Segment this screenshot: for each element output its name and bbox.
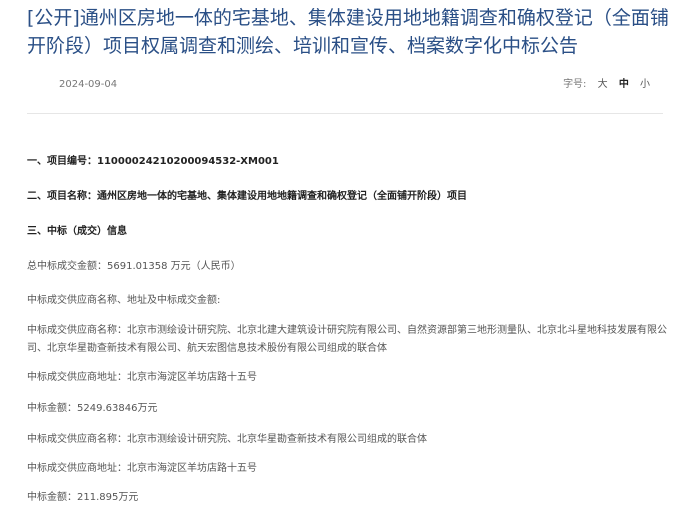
divider [27, 113, 663, 114]
font-size-control: 字号: 大 中 小 [563, 76, 650, 94]
font-size-medium-button[interactable]: 中 [619, 76, 629, 94]
font-size-label: 字号: [563, 79, 587, 90]
supplier-2-amount: 中标金额：211.895万元 [27, 492, 139, 503]
font-size-small-button[interactable]: 小 [640, 76, 650, 94]
supplier-2-address: 中标成交供应商地址：北京市海淀区羊坊店路十五号 [27, 463, 257, 474]
section-heading-award-info: 三、中标（成交）信息 [27, 226, 127, 237]
total-award-amount: 总中标成交金额：5691.01358 万元（人民币） [27, 261, 241, 272]
supplier-intro: 中标成交供应商名称、地址及中标成交金额: [27, 295, 221, 306]
supplier-1-name: 中标成交供应商名称：北京市测绘设计研究院、北京北建大建筑设计研究院有限公司、自然… [27, 325, 667, 354]
project-name: 二、项目名称：通州区房地一体的宅基地、集体建设用地地籍调查和确权登记（全面铺开阶… [27, 191, 467, 202]
supplier-1-address: 中标成交供应商地址：北京市海淀区羊坊店路十五号 [27, 372, 257, 383]
publish-date: 2024-09-04 [59, 79, 118, 90]
announcement-page: [公开]通州区房地一体的宅基地、集体建设用地地籍调查和确权登记（全面铺开阶段）项… [0, 0, 690, 507]
supplier-2-name: 中标成交供应商名称：北京市测绘设计研究院、北京华星勘查新技术有限公司组成的联合体 [27, 434, 427, 445]
supplier-1-amount: 中标金额：5249.63846万元 [27, 403, 158, 414]
font-size-large-button[interactable]: 大 [598, 76, 608, 94]
project-number: 一、项目编号：11000024210200094532-XM001 [27, 156, 279, 167]
announcement-title: [公开]通州区房地一体的宅基地、集体建设用地地籍调查和确权登记（全面铺开阶段）项… [27, 7, 669, 57]
meta-row: 2024-09-04 字号: 大 中 小 [0, 76, 690, 94]
